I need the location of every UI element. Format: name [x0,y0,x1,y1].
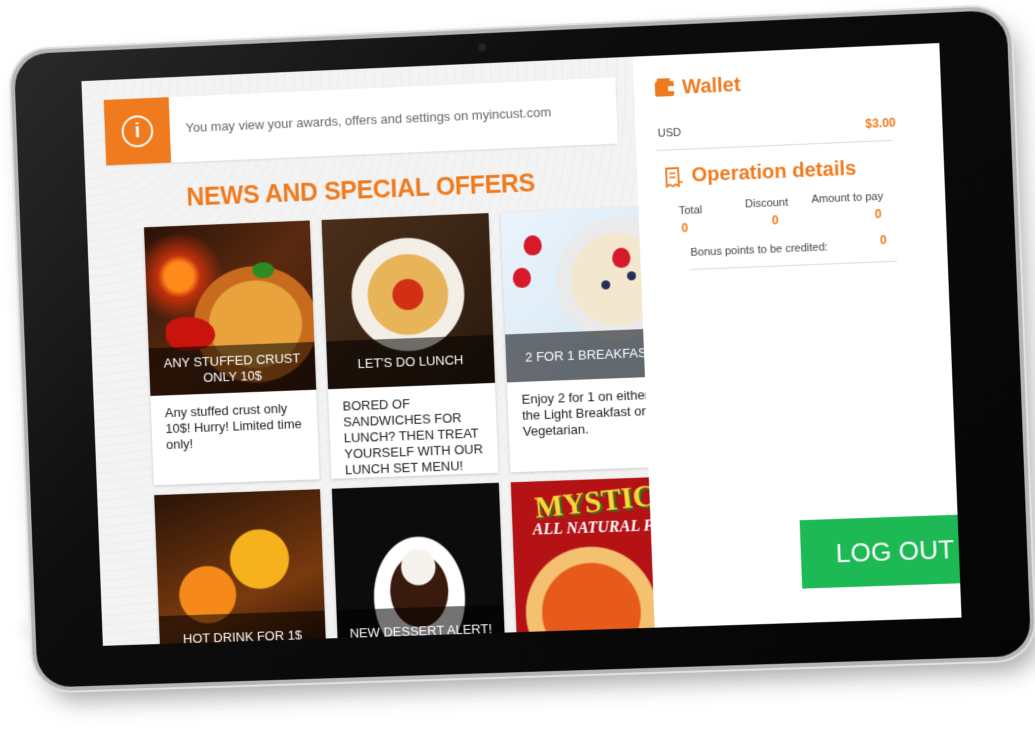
offer-card-dessert[interactable]: NEW DESSERT ALERT! [332,483,505,646]
info-text: You may view your awards, offers and set… [185,104,551,135]
offer-overlay-title: 2 FOR 1 BREAKFAST [505,328,655,383]
news-title: NEWS AND SPECIAL OFFERS [85,165,637,217]
drink-image: HOT DRINK FOR 1$ [154,489,326,646]
divider [689,261,897,270]
camera-icon [478,43,486,51]
logout-button[interactable]: LOG OUT [800,514,962,589]
receipt-icon [663,167,684,188]
discount-label: Discount [745,197,789,211]
offer-overlay-title: NEW DESSERT ALERT! [336,605,505,646]
amount-to-pay-label: Amount to pay [811,191,883,206]
info-icon-box: i [104,97,171,165]
blueberry-graphic [601,280,610,289]
offer-card-breakfast[interactable]: 2 FOR 1 BREAKFAST Enjoy 2 for 1 on eithe… [500,206,654,473]
tablet-bezel: i You may view your awards, offers and s… [14,10,1032,688]
news-panel: i You may view your awards, offers and s… [81,57,654,646]
operation-title: Operation details [691,158,857,188]
offer-overlay-title: ANY STUFFED CRUST ONLY 10$ [149,342,317,396]
offer-overlay-title: LET'S DO LUNCH [326,335,495,389]
wallet-amount: $3.00 [865,116,896,131]
offer-card-stuffed-crust[interactable]: ANY STUFFED CRUST ONLY 10$ Any stuffed c… [144,220,320,485]
wallet-currency: USD [657,127,681,140]
offer-card-lunch[interactable]: LET'S DO LUNCH BORED OF SANDWICHES FOR L… [322,213,499,479]
offer-description: Enjoy 2 for 1 on either the Light Breakf… [507,376,655,472]
strawberry-graphic [612,247,631,268]
divider [656,140,892,151]
total-value: 0 [681,221,688,235]
pasta-image: LET'S DO LUNCH [322,213,495,389]
offer-overlay-title: HOT DRINK FOR 1$ [159,611,327,646]
breakfast-image: 2 FOR 1 BREAKFAST [500,206,654,383]
mystic-logo-subtext: ALL NATURAL Pizza [532,516,654,539]
offer-card-mystic-pizza[interactable]: MYSTIC ALL NATURAL Pizza [511,476,655,646]
offer-card-hot-drink[interactable]: HOT DRINK FOR 1$ [154,489,326,646]
tablet-device: i You may view your awards, offers and s… [0,0,1035,732]
strawberry-graphic [523,235,542,256]
account-panel: Wallet USD $3.00 Operation details Total… [633,43,962,628]
info-circle-icon: i [121,115,154,148]
bonus-points-label: Bonus points to be credited: [690,241,828,259]
offer-description: Any stuffed crust only 10$! Hurry! Limit… [150,390,319,486]
amount-to-pay-value: 0 [875,207,882,221]
bonus-points-value: 0 [880,233,887,247]
blueberry-graphic [627,271,636,280]
wallet-icon [654,77,677,98]
dessert-image: NEW DESSERT ALERT! [332,483,505,646]
basil-graphic [252,262,274,279]
app-screen: i You may view your awards, offers and s… [81,43,961,646]
wallet-title: Wallet [682,74,741,100]
total-label: Total [679,204,703,217]
strawberry-graphic [513,267,532,288]
offer-description: BORED OF SANDWICHES FOR LUNCH? THEN TREA… [328,383,498,479]
mystic-pizza-image: MYSTIC ALL NATURAL Pizza [511,476,655,646]
discount-value: 0 [772,213,779,227]
info-banner: i You may view your awards, offers and s… [104,77,618,165]
pizza-image: ANY STUFFED CRUST ONLY 10$ [144,220,316,395]
